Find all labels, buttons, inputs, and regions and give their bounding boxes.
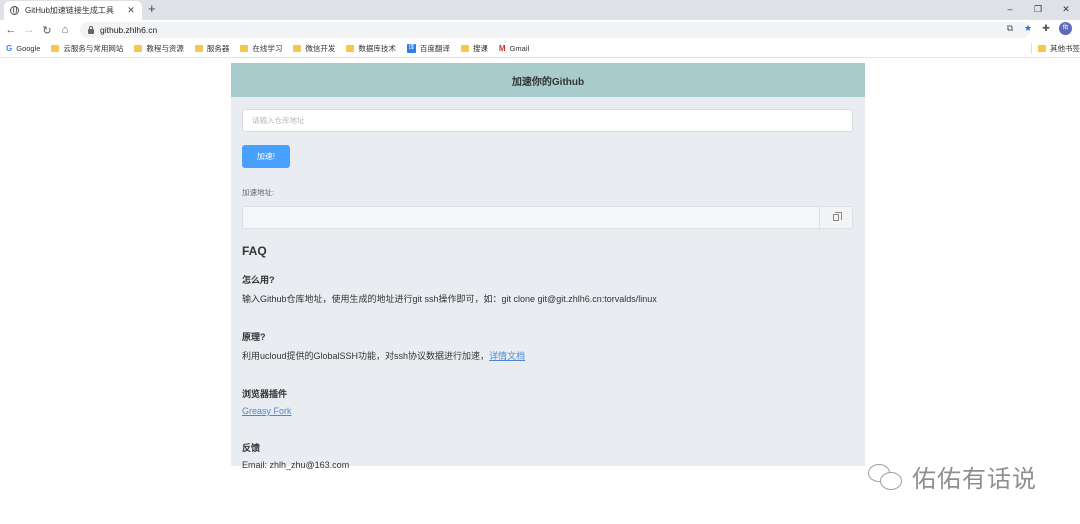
reload-icon[interactable]: ↻ [40,24,54,37]
folder-icon [51,45,60,52]
bookmark-label: 数据库技术 [358,44,396,53]
bookmark-item[interactable]: M Gmail [499,44,529,53]
bookmark-item[interactable]: 云服务与常用网站 [51,43,123,54]
forward-icon[interactable]: → [22,24,36,36]
result-label: 加速地址: [242,188,275,197]
folder-icon [194,45,203,52]
folder-icon [240,45,249,52]
faq-question: 怎么用? [242,275,275,285]
back-icon[interactable]: ← [4,24,18,36]
bookmark-label: 云服务与常用网站 [63,44,124,53]
faq-answer: 输入Github仓库地址，使用生成的地址进行git ssh操作即可，如：git … [242,292,854,305]
faq-answer: Greasy Fork [242,406,854,416]
watermark: 佑佑有话说 [866,459,1037,494]
bookmark-label: 服务器 [206,44,230,53]
bookmark-label: 微信开发 [305,44,336,53]
bookmarks-bar: G Google 云服务与常用网站 教程与资源 服务器 在线学习 微信开发 数据库技术 译百度翻… [0,40,1080,58]
faq-answer: Email: zhlh_zhu@163.com [242,460,854,470]
bookmark-item[interactable]: 数据库技术 [346,43,396,54]
bookmark-star-icon[interactable]: ★ [1019,23,1037,34]
other-bookmarks[interactable]: 其他书签 [1031,43,1080,54]
extensions-icon[interactable]: ✚ [1037,23,1055,34]
restore-button[interactable]: ❐ [1024,0,1052,20]
faq-answer: 利用ucloud提供的GlobalSSH功能，对ssh协议数据进行加速，详情文档 [242,349,854,362]
bookmark-label: Gmail [509,44,530,53]
folder-icon [460,45,469,52]
result-url-input[interactable] [243,207,819,228]
gmail-icon: M [498,44,506,53]
faq-question: 原理? [242,332,266,342]
folder-icon [346,45,355,52]
faq-question: 浏览器插件 [242,389,288,399]
bookmark-label: Google [16,44,41,53]
tab-title: GitHub加速链接生成工具 [25,6,114,15]
tab-strip: GitHub加速链接生成工具 ✕ + – ❐ ✕ [0,0,1080,20]
accelerate-button[interactable]: 加速! [242,145,290,168]
faq-answer-text: 输入Github仓库地址，使用生成的地址进行git ssh操作即可，如：git … [242,294,657,304]
translate-icon[interactable]: ⧉ [1001,23,1019,34]
bookmark-item[interactable]: 在线学习 [240,43,282,54]
address-bar[interactable]: github.zhlh6.cn [80,22,1030,38]
bookmark-item[interactable]: 微信开发 [293,43,335,54]
close-window-button[interactable]: ✕ [1052,0,1080,20]
browser-toolbar: ← → ↻ ⌂ github.zhlh6.cn ⧉ ★ ✚ 佑 [0,20,1080,40]
browser-tab[interactable]: GitHub加速链接生成工具 ✕ [4,1,142,20]
folder-icon [1038,45,1046,52]
docs-link[interactable]: 详情文档 [489,351,525,361]
bookmark-label: 搜课 [472,44,488,53]
main-card: 加速你的Github 加速! 加速地址: FAQ 怎么用? 输入Github仓库… [231,63,865,470]
faq-question: 反馈 [242,443,261,453]
repo-url-input[interactable] [242,109,853,132]
minimize-button[interactable]: – [996,0,1024,20]
page-title: 加速你的Github [231,63,865,97]
feedback-email: Email: zhlh_zhu@163.com [242,460,350,470]
profile-avatar[interactable]: 佑 [1059,22,1072,35]
bookmark-item[interactable]: 译百度翻译 [406,43,450,54]
bookmark-label: 教程与资源 [146,44,184,53]
wechat-icon [866,460,906,494]
copy-button[interactable] [819,207,852,228]
globe-icon [10,6,19,15]
home-icon[interactable]: ⌂ [58,24,72,36]
google-icon: G [6,44,13,53]
bookmark-item[interactable]: 搜课 [460,43,488,54]
bookmark-item[interactable]: 教程与资源 [134,43,184,54]
result-field [242,206,853,229]
folder-icon [293,45,302,52]
greasy-fork-link[interactable]: Greasy Fork [242,406,292,416]
bookmark-label: 其他书签 [1050,44,1080,53]
url-text: github.zhlh6.cn [100,25,158,35]
faq-title: FAQ [242,244,267,258]
folder-icon [134,45,143,52]
bookmark-label: 百度翻译 [419,44,450,53]
translate-icon: 译 [406,44,416,53]
close-tab-icon[interactable]: ✕ [126,5,136,16]
bookmark-label: 在线学习 [252,44,283,53]
watermark-text: 佑佑有话说 [912,465,1037,493]
bookmark-item[interactable]: 服务器 [194,43,230,54]
bookmark-item[interactable]: G Google [6,44,40,53]
new-tab-button[interactable]: + [148,2,156,16]
toolbar-actions: ⧉ ★ ✚ 佑 [1001,22,1080,35]
form-area: 加速! 加速地址: FAQ 怎么用? 输入Github仓库地址，使用生成的地址进… [231,97,865,470]
copy-icon [833,212,842,221]
window-controls: – ❐ ✕ [996,0,1080,20]
faq-answer-text: 利用ucloud提供的GlobalSSH功能，对ssh协议数据进行加速， [242,351,490,361]
lock-icon [88,25,94,34]
